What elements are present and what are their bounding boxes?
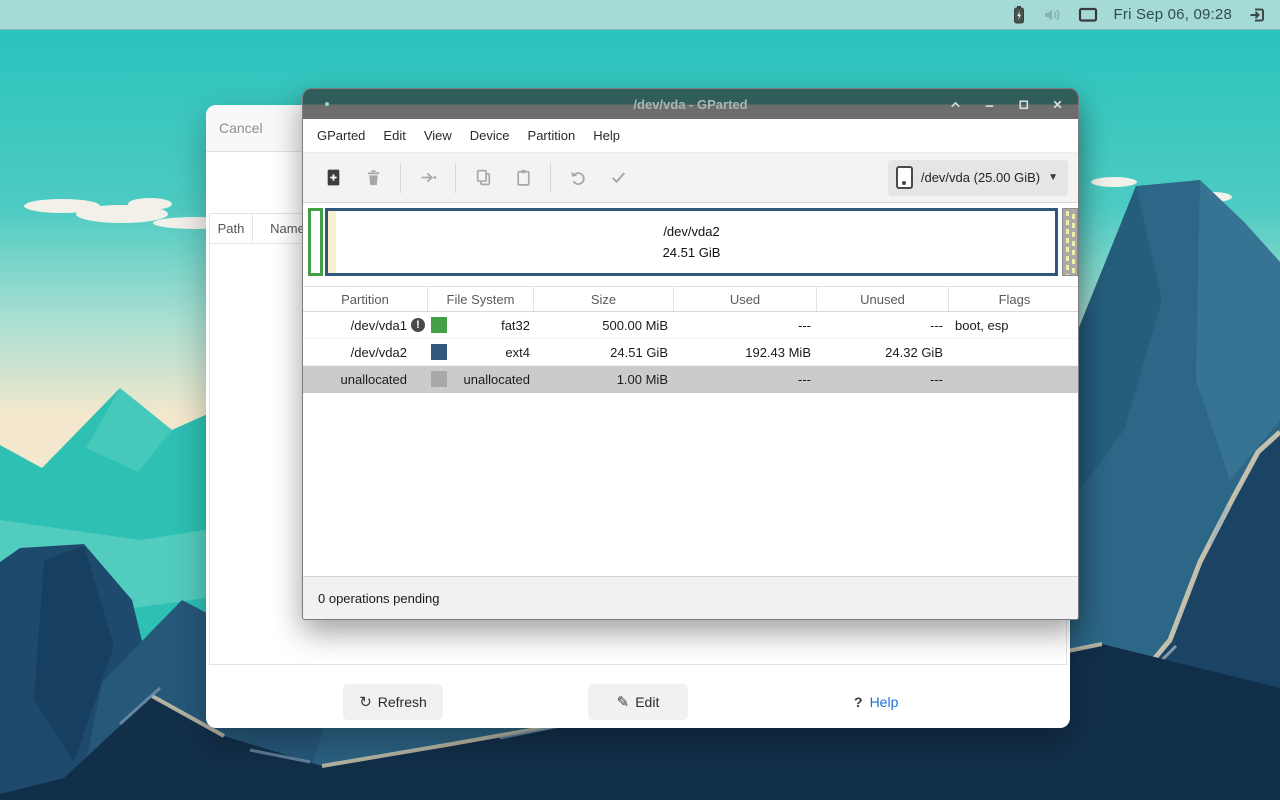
chevron-down-icon: ▼ bbox=[1048, 172, 1058, 183]
disk-icon bbox=[896, 166, 913, 189]
partition-visual-unallocated[interactable] bbox=[1062, 208, 1078, 276]
partition-table: Partition File System Size Used Unused F… bbox=[303, 287, 1078, 576]
titlebar-dot-icon bbox=[325, 102, 329, 106]
pencil-icon: ✎ bbox=[617, 695, 630, 710]
partition-used: 192.43 MiB bbox=[674, 339, 817, 365]
column-header-used[interactable]: Used bbox=[674, 287, 817, 311]
filesystem-color-swatch bbox=[431, 344, 447, 360]
filesystem-name: ext4 bbox=[505, 345, 530, 360]
gparted-window: /dev/vda - GParted GParted Edit View Dev… bbox=[302, 88, 1079, 620]
top-taskbar: Fri Sep 06, 09:28 bbox=[0, 0, 1280, 30]
filesystem-color-swatch bbox=[431, 317, 447, 333]
gparted-titlebar[interactable]: /dev/vda - GParted bbox=[303, 89, 1078, 119]
used-space-strip bbox=[328, 211, 336, 273]
paste-icon[interactable] bbox=[509, 164, 537, 192]
refresh-button[interactable]: ↻ Refresh bbox=[343, 684, 443, 720]
toolbar-separator bbox=[455, 163, 456, 193]
logout-icon[interactable] bbox=[1248, 6, 1266, 24]
column-header-unused[interactable]: Unused bbox=[817, 287, 949, 311]
resize-move-icon[interactable] bbox=[414, 164, 442, 192]
table-row[interactable]: /dev/vda1 ! fat32 500.00 MiB --- --- boo… bbox=[303, 312, 1078, 339]
battery-charging-icon[interactable] bbox=[1012, 5, 1026, 25]
visual-partition-label: /dev/vda2 bbox=[663, 221, 719, 242]
partition-unused: --- bbox=[817, 366, 949, 392]
taskbar-clock[interactable]: Fri Sep 06, 09:28 bbox=[1114, 6, 1232, 23]
new-partition-icon[interactable] bbox=[319, 164, 347, 192]
gparted-toolbar: /dev/vda (25.00 GiB) ▼ bbox=[303, 153, 1078, 203]
pending-operations-text: 0 operations pending bbox=[318, 591, 439, 606]
partition-size: 1.00 MiB bbox=[534, 366, 674, 392]
partition-name: /dev/vda1 bbox=[351, 318, 407, 333]
toolbar-separator bbox=[400, 163, 401, 193]
copy-icon[interactable] bbox=[469, 164, 497, 192]
help-link[interactable]: ? Help bbox=[854, 687, 898, 717]
maximize-icon[interactable] bbox=[1017, 98, 1030, 111]
partition-unused: 24.32 GiB bbox=[817, 339, 949, 365]
filesystem-name: unallocated bbox=[464, 372, 531, 387]
menu-edit[interactable]: Edit bbox=[374, 122, 414, 149]
undo-icon[interactable] bbox=[564, 164, 592, 192]
partition-unused: --- bbox=[817, 312, 949, 338]
filesystem-name: fat32 bbox=[501, 318, 530, 333]
cancel-button[interactable]: Cancel bbox=[219, 120, 263, 136]
partition-visual-vda1[interactable] bbox=[308, 208, 323, 276]
question-mark-icon: ? bbox=[854, 694, 863, 710]
delete-icon[interactable] bbox=[359, 164, 387, 192]
column-header-path[interactable]: Path bbox=[210, 214, 253, 243]
partition-flags bbox=[949, 366, 1078, 392]
warning-icon: ! bbox=[411, 318, 425, 332]
apply-icon[interactable] bbox=[604, 164, 632, 192]
device-selector-value: /dev/vda (25.00 GiB) bbox=[921, 170, 1040, 185]
menu-device[interactable]: Device bbox=[461, 122, 519, 149]
edit-button-label: Edit bbox=[635, 694, 659, 710]
filesystem-color-swatch bbox=[431, 371, 447, 387]
table-row[interactable]: /dev/vda2 ! ext4 24.51 GiB 192.43 MiB 24… bbox=[303, 339, 1078, 366]
partition-table-body: /dev/vda1 ! fat32 500.00 MiB --- --- boo… bbox=[303, 312, 1078, 393]
partition-size: 24.51 GiB bbox=[534, 339, 674, 365]
partition-flags bbox=[949, 339, 1078, 365]
menu-partition[interactable]: Partition bbox=[519, 122, 585, 149]
menu-help[interactable]: Help bbox=[584, 122, 629, 149]
gparted-statusbar: 0 operations pending bbox=[303, 576, 1078, 619]
volume-muted-icon[interactable] bbox=[1042, 6, 1062, 24]
gparted-menubar: GParted Edit View Device Partition Help bbox=[303, 119, 1078, 153]
window-title: /dev/vda - GParted bbox=[633, 97, 747, 112]
partition-visual-bar: /dev/vda2 24.51 GiB bbox=[303, 203, 1078, 287]
refresh-button-label: Refresh bbox=[378, 694, 427, 710]
column-header-filesystem[interactable]: File System bbox=[428, 287, 534, 311]
edit-button[interactable]: ✎ Edit bbox=[588, 684, 688, 720]
partition-table-header: Partition File System Size Used Unused F… bbox=[303, 287, 1078, 312]
unmaximize-icon[interactable] bbox=[949, 98, 962, 111]
partition-used: --- bbox=[674, 366, 817, 392]
visual-partition-size: 24.51 GiB bbox=[663, 242, 721, 263]
refresh-icon: ↻ bbox=[359, 695, 372, 710]
column-header-partition[interactable]: Partition bbox=[303, 287, 428, 311]
device-selector-dropdown[interactable]: /dev/vda (25.00 GiB) ▼ bbox=[888, 160, 1068, 196]
close-icon[interactable] bbox=[1051, 98, 1064, 111]
menu-gparted[interactable]: GParted bbox=[308, 122, 374, 149]
toolbar-separator bbox=[550, 163, 551, 193]
menu-view[interactable]: View bbox=[415, 122, 461, 149]
display-icon[interactable] bbox=[1078, 7, 1098, 23]
column-header-size[interactable]: Size bbox=[534, 287, 674, 311]
partition-name: /dev/vda2 bbox=[351, 345, 407, 360]
partition-visual-vda2[interactable]: /dev/vda2 24.51 GiB bbox=[325, 208, 1058, 276]
partition-used: --- bbox=[674, 312, 817, 338]
table-row[interactable]: unallocated ! unallocated 1.00 MiB --- -… bbox=[303, 366, 1078, 393]
column-header-flags[interactable]: Flags bbox=[949, 287, 1078, 311]
partition-flags: boot, esp bbox=[949, 312, 1078, 338]
minimize-icon[interactable] bbox=[983, 98, 996, 111]
partition-size: 500.00 MiB bbox=[534, 312, 674, 338]
partition-name: unallocated bbox=[341, 372, 408, 387]
help-link-label: Help bbox=[870, 694, 899, 710]
